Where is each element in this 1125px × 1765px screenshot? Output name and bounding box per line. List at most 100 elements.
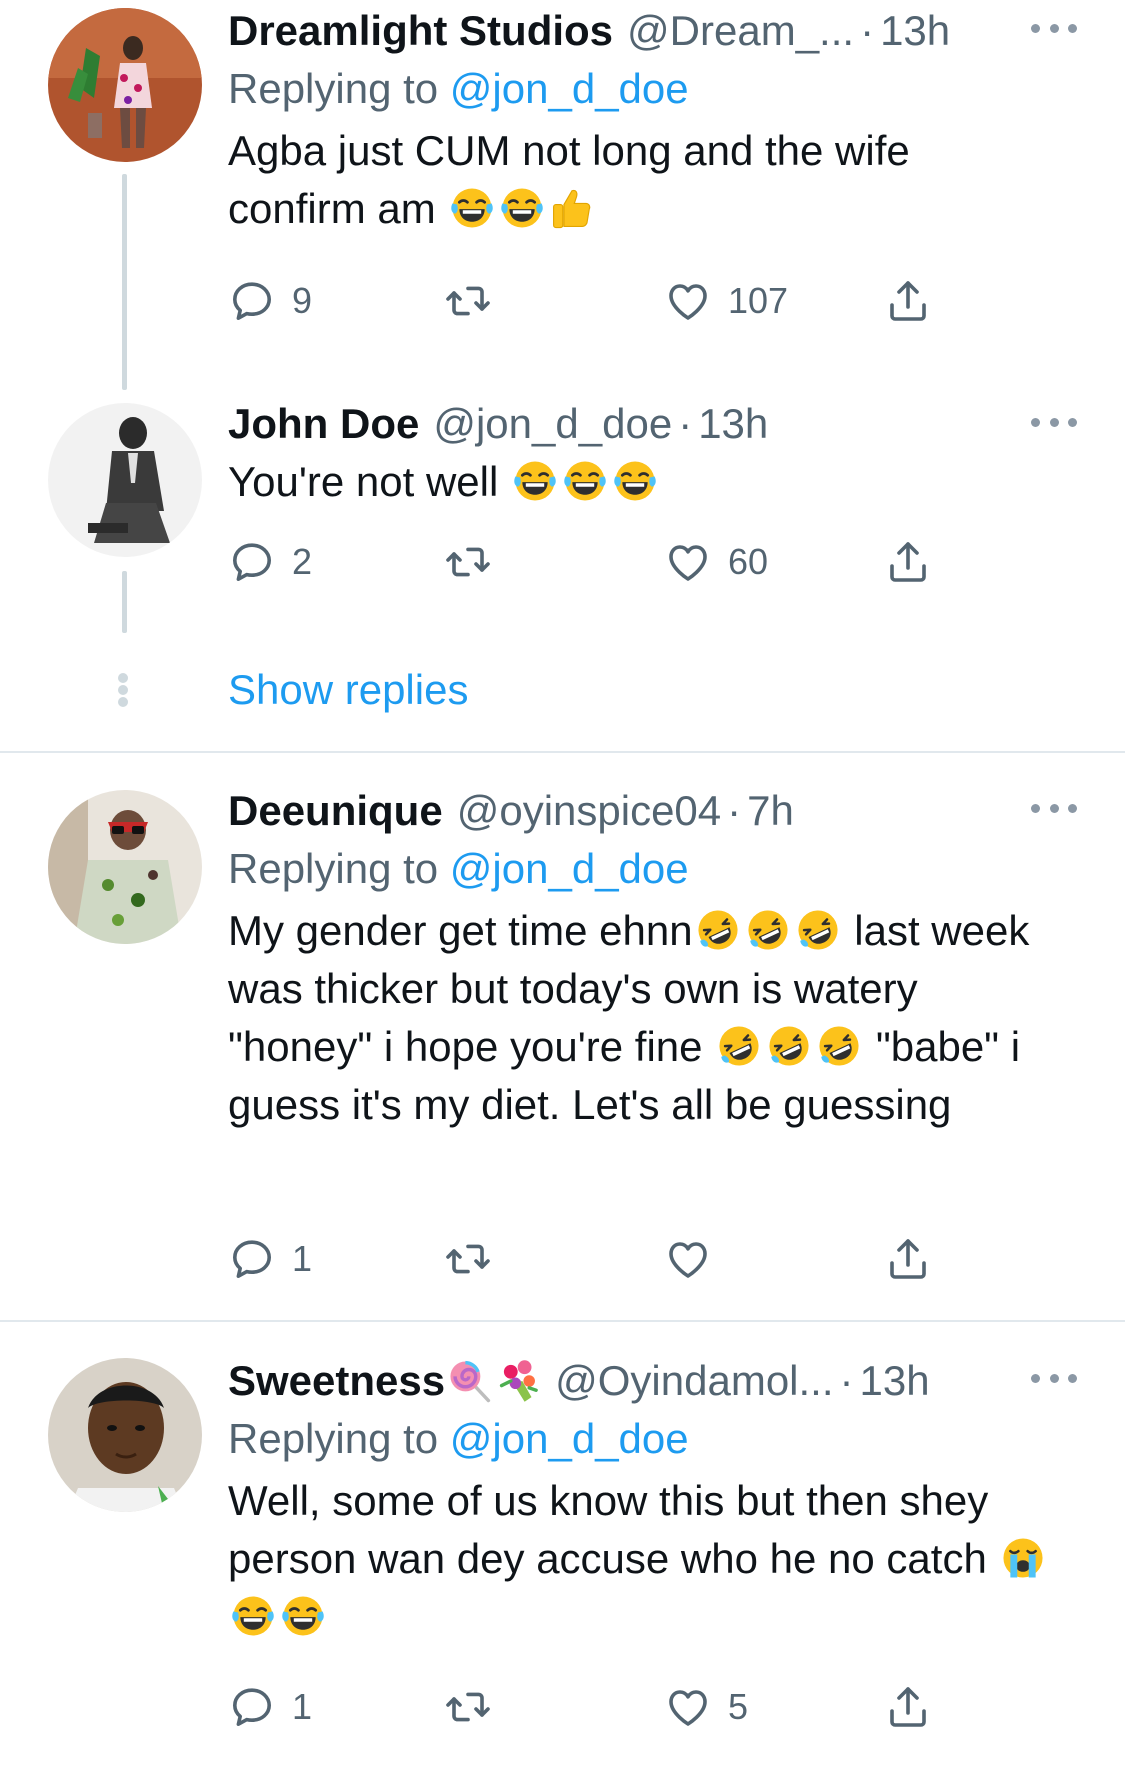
like-count: 107 — [728, 280, 789, 321]
thumbs-up-emoji — [549, 185, 595, 231]
replying-to: Replying to @jon_d_doe — [228, 840, 1085, 898]
reply-button[interactable]: 2 — [228, 537, 312, 587]
tears-of-joy-emoji — [512, 458, 558, 504]
timestamp[interactable]: 13h — [880, 2, 950, 60]
like-count: 5 — [728, 1686, 749, 1727]
thread-continuation-dots — [118, 673, 130, 707]
avatar[interactable] — [48, 790, 202, 944]
heart-icon — [664, 538, 712, 586]
lollipop-emoji — [447, 1358, 493, 1404]
share-button[interactable] — [884, 1682, 932, 1732]
display-name[interactable]: Sweetness — [228, 1352, 445, 1410]
timestamp[interactable]: 13h — [860, 1352, 930, 1410]
reply-icon — [228, 538, 276, 586]
retweet-icon — [444, 1683, 492, 1731]
reply-button[interactable]: 1 — [228, 1682, 312, 1732]
tears-of-joy-emoji — [499, 185, 545, 231]
retweet-icon — [444, 1235, 492, 1283]
replying-to-handle[interactable]: @jon_d_doe — [450, 1415, 689, 1462]
share-icon — [884, 1683, 932, 1731]
display-name[interactable]: Deeunique — [228, 782, 443, 840]
rolling-laughing-emoji — [745, 907, 791, 953]
avatar[interactable] — [48, 8, 202, 162]
timestamp[interactable]: 13h — [698, 395, 768, 453]
share-button[interactable] — [884, 1234, 932, 1284]
timestamp[interactable]: 7h — [747, 782, 794, 840]
thread-line — [122, 174, 127, 390]
loudly-crying-emoji — [1000, 1535, 1046, 1581]
tweet-actions: 9 107 — [228, 276, 948, 326]
separator-dot: · — [727, 787, 742, 834]
share-button[interactable] — [884, 276, 932, 326]
rolling-laughing-emoji — [695, 907, 741, 953]
tweet-text: Well, some of us know this but then shey… — [228, 1472, 1073, 1646]
tweet-text: Agba just CUM not long and the wife conf… — [228, 122, 1018, 238]
tweet-header: John Doe @jon_d_doe · 13h — [228, 395, 1085, 453]
tweet-header: Dreamlight Studios @Dream_... · 13h — [228, 2, 1085, 60]
tears-of-joy-emoji — [280, 1593, 326, 1639]
rolling-laughing-emoji — [795, 907, 841, 953]
reply-count: 9 — [292, 280, 313, 321]
rolling-laughing-emoji — [816, 1023, 862, 1069]
rolling-laughing-emoji — [766, 1023, 812, 1069]
thread-line — [122, 571, 127, 633]
tweet-actions: 1 5 — [228, 1682, 948, 1732]
replying-to-label: Replying to — [228, 65, 439, 112]
user-handle[interactable]: @oyinspice04 — [457, 782, 721, 840]
separator-dot: · — [678, 400, 693, 447]
like-button[interactable] — [664, 1234, 728, 1284]
reply-icon — [228, 1235, 276, 1283]
reply-count: 1 — [292, 1686, 313, 1727]
tweet-text: My gender get time ehnn last week was th… — [228, 902, 1058, 1134]
reply-count: 1 — [292, 1238, 313, 1279]
more-options-icon[interactable] — [1031, 412, 1077, 432]
tweet[interactable]: Deeunique @oyinspice04 · 7h Replying to … — [0, 780, 1125, 1300]
user-handle[interactable]: @Dream_... — [627, 2, 854, 60]
divider — [0, 1320, 1125, 1322]
tears-of-joy-emoji — [230, 1593, 276, 1639]
reply-icon — [228, 277, 276, 325]
avatar[interactable] — [48, 1358, 202, 1512]
share-button[interactable] — [884, 537, 932, 587]
show-replies-link[interactable]: Show replies — [228, 661, 468, 719]
retweet-button[interactable] — [444, 1682, 492, 1732]
share-icon — [884, 277, 932, 325]
user-handle[interactable]: @jon_d_doe — [433, 395, 672, 453]
tweet-text: You're not well — [228, 453, 1085, 511]
share-icon — [884, 538, 932, 586]
replying-to-handle[interactable]: @jon_d_doe — [450, 845, 689, 892]
tweet[interactable]: Sweetness @Oyindamol... · 13h Replying t… — [0, 1350, 1125, 1765]
user-handle[interactable]: @Oyindamol... — [555, 1352, 833, 1410]
like-button[interactable]: 5 — [664, 1682, 748, 1732]
reply-button[interactable]: 1 — [228, 1234, 312, 1284]
tears-of-joy-emoji — [449, 185, 495, 231]
display-name[interactable]: John Doe — [228, 395, 419, 453]
tweet-header: Deeunique @oyinspice04 · 7h — [228, 782, 1085, 840]
tweet-text-body: Well, some of us know this but then shey… — [228, 1477, 989, 1582]
replying-to-label: Replying to — [228, 845, 439, 892]
like-count: 60 — [728, 541, 769, 582]
more-options-icon[interactable] — [1031, 798, 1077, 818]
retweet-button[interactable] — [444, 276, 492, 326]
avatar[interactable] — [48, 403, 202, 557]
tweet[interactable]: Dreamlight Studios @Dream_... · 13h Repl… — [0, 0, 1125, 390]
separator-dot: · — [839, 1357, 854, 1404]
reply-count: 2 — [292, 541, 313, 582]
retweet-button[interactable] — [444, 1234, 492, 1284]
reply-icon — [228, 1683, 276, 1731]
like-button[interactable]: 60 — [664, 537, 768, 587]
replying-to-label: Replying to — [228, 1415, 439, 1462]
more-options-icon[interactable] — [1031, 18, 1077, 38]
tweet-actions: 1 — [228, 1234, 948, 1284]
display-name[interactable]: Dreamlight Studios — [228, 2, 613, 60]
replying-to-handle[interactable]: @jon_d_doe — [450, 65, 689, 112]
retweet-icon — [444, 277, 492, 325]
retweet-button[interactable] — [444, 537, 492, 587]
reply-button[interactable]: 9 — [228, 276, 312, 326]
heart-icon — [664, 1683, 712, 1731]
tweet[interactable]: John Doe @jon_d_doe · 13h You're not wel… — [0, 395, 1125, 725]
like-button[interactable]: 107 — [664, 276, 788, 326]
heart-icon — [664, 1235, 712, 1283]
replying-to: Replying to @jon_d_doe — [228, 60, 1085, 118]
more-options-icon[interactable] — [1031, 1368, 1077, 1388]
